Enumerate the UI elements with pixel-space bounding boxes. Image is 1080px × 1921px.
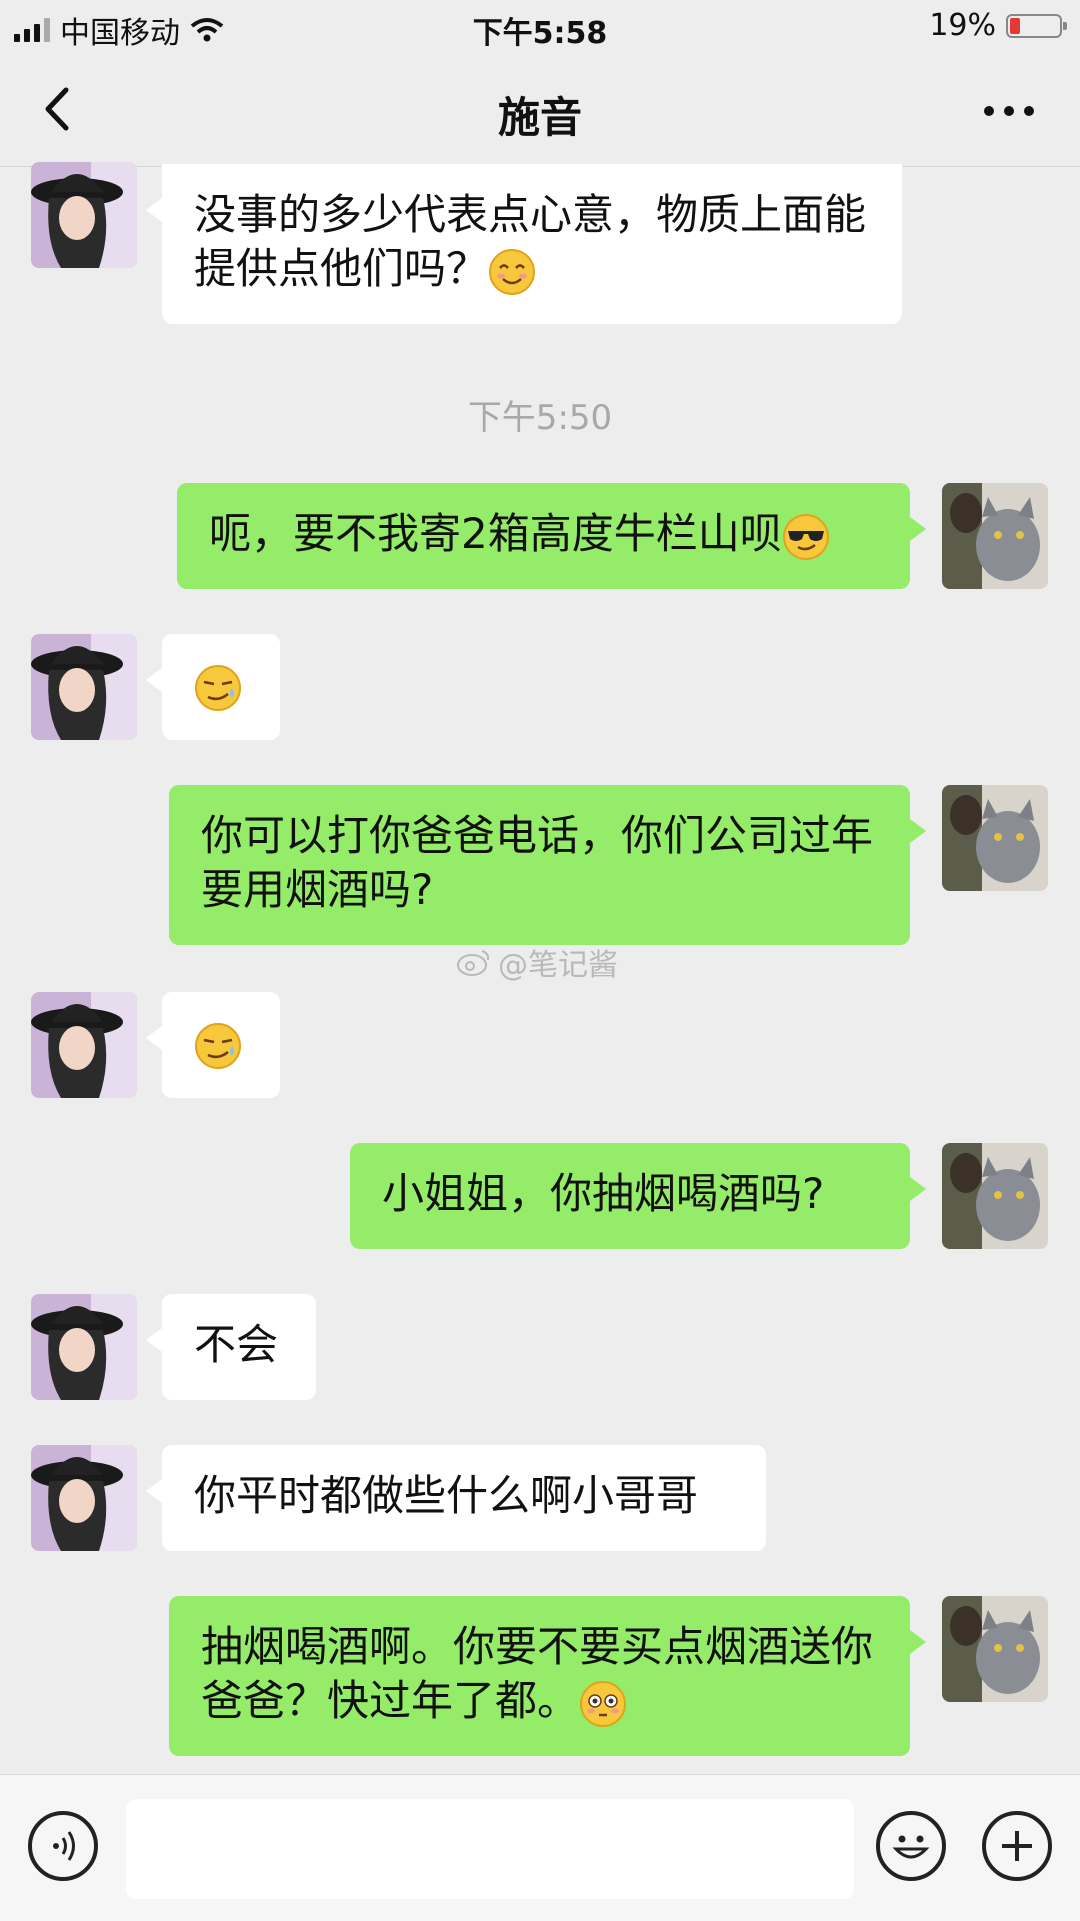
contact-avatar[interactable]: [31, 992, 137, 1098]
user-avatar[interactable]: [942, 483, 1048, 589]
flushed-emoji-icon: [579, 1680, 627, 1728]
message-text: 你可以打你爸爸电话，你们公司过年要用烟酒吗?: [201, 811, 874, 914]
sweat-smile-emoji-icon: [194, 1022, 242, 1070]
message-bubble-incoming[interactable]: [146, 992, 280, 1098]
smiling-blush-emoji-icon: [488, 248, 536, 296]
clock-time: 下午5:58: [472, 16, 608, 51]
more-options-icon[interactable]: [984, 106, 1034, 116]
input-bar: [0, 1774, 1080, 1921]
battery-icon: [1006, 13, 1067, 38]
message-text: 小姐姐，你抽烟喝酒吗?: [382, 1169, 825, 1218]
battery-percent: 19%: [929, 8, 996, 43]
message-bubble-incoming[interactable]: 没事的多少代表点心意，物质上面能提供点他们吗？: [146, 164, 902, 324]
weibo-watermark: @笔记酱: [456, 940, 618, 984]
message-bubble-outgoing[interactable]: 呃，要不我寄2箱高度牛栏山呗: [177, 483, 926, 589]
user-avatar[interactable]: [942, 1596, 1048, 1702]
message-bubble-incoming[interactable]: 你平时都做些什么啊小哥哥: [146, 1445, 766, 1551]
sunglasses-emoji-icon: [782, 513, 830, 561]
contact-avatar[interactable]: [31, 162, 137, 268]
user-avatar[interactable]: [942, 785, 1048, 891]
message-bubble-outgoing[interactable]: 抽烟喝酒啊。你要不要买点烟酒送你爸爸？快过年了都。: [169, 1596, 926, 1756]
weibo-logo-icon: [457, 950, 490, 976]
voice-input-icon[interactable]: [28, 1811, 98, 1881]
sweat-smile-emoji-icon: [194, 664, 242, 712]
chat-timestamp: 下午5:50: [467, 398, 613, 438]
message-text: 呃，要不我寄2箱高度牛栏山呗: [209, 509, 782, 558]
message-text: 不会: [194, 1320, 279, 1369]
emoji-picker-icon[interactable]: [876, 1811, 946, 1881]
status-bar: 中国移动 下午5:58 19%: [0, 0, 1080, 56]
message-text: 抽烟喝酒啊。你要不要买点烟酒送你爸爸？快过年了都。: [201, 1622, 874, 1725]
user-avatar[interactable]: [942, 1143, 1048, 1249]
message-input[interactable]: [126, 1799, 854, 1899]
more-actions-plus-icon[interactable]: [982, 1811, 1052, 1881]
chat-title: 施音: [497, 93, 582, 142]
message-bubble-incoming[interactable]: [146, 634, 280, 740]
contact-avatar[interactable]: [31, 1445, 137, 1551]
watermark-text: @笔记酱: [498, 948, 618, 983]
message-bubble-outgoing[interactable]: 你可以打你爸爸电话，你们公司过年要用烟酒吗?: [169, 785, 926, 945]
contact-avatar[interactable]: [31, 634, 137, 740]
chat-header: 施音: [0, 56, 1080, 167]
contact-avatar[interactable]: [31, 1294, 137, 1400]
message-bubble-incoming[interactable]: 不会: [146, 1294, 316, 1400]
message-text: 你平时都做些什么啊小哥哥: [194, 1471, 699, 1520]
message-bubble-outgoing[interactable]: 小姐姐，你抽烟喝酒吗?: [350, 1143, 926, 1249]
